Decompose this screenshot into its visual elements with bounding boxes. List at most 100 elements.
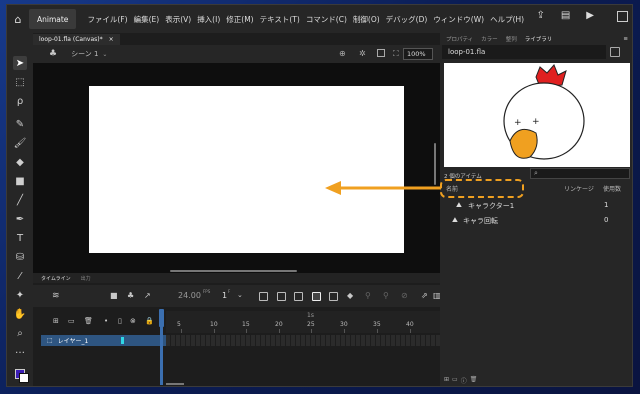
highlight-icon[interactable]: • [104, 317, 108, 325]
new-folder-icon[interactable]: ▭ [68, 317, 75, 325]
playhead[interactable] [159, 309, 164, 385]
menu-debug[interactable]: デバッグ(D) [383, 14, 431, 25]
menu-text[interactable]: テキスト(T) [257, 14, 303, 25]
hand-tool-icon[interactable]: ✋ [13, 307, 27, 321]
onion-skin-icon[interactable] [294, 292, 303, 301]
new-layer-icon[interactable]: ⊞ [53, 317, 59, 325]
insert-keyframe-icon[interactable] [329, 292, 338, 301]
timeline-tabs: タイムライン 出力 [33, 273, 440, 283]
menu-file[interactable]: ファイル(F) [84, 14, 130, 25]
fit-icon[interactable]: ⛶ [393, 49, 399, 59]
column-linkage[interactable]: リンケージ [564, 184, 594, 193]
lasso-tool-icon[interactable]: ρ [13, 94, 27, 108]
fps-value[interactable]: 24.00 [178, 291, 201, 300]
motion-tween-icon[interactable]: ⚲ [365, 291, 371, 300]
close-icon[interactable]: × [109, 36, 114, 43]
delete-icon[interactable]: 🗑 [470, 376, 478, 386]
pin-tool-icon[interactable]: ✦ [13, 288, 27, 302]
stage-canvas[interactable] [89, 86, 404, 253]
menu-commands[interactable]: コマンド(C) [303, 14, 350, 25]
menu-view[interactable]: 表示(V) [162, 14, 194, 25]
camera-icon[interactable]: ■ [110, 291, 118, 300]
document-tab[interactable]: loop-01.fla (Canvas)* × [33, 34, 120, 45]
classic-tween-icon[interactable]: ⚲ [383, 291, 389, 300]
outline-icon[interactable]: ▯ [118, 317, 122, 325]
new-symbol-icon[interactable]: ⊞ [444, 376, 449, 386]
hide-layer-icon[interactable]: ⊗ [130, 317, 136, 325]
lock-icon[interactable]: 🔒 [145, 317, 154, 325]
fill-color-swatch[interactable] [19, 373, 29, 383]
stage-vertical-scrollbar[interactable] [434, 143, 436, 185]
loop-icon[interactable] [277, 292, 286, 301]
home-icon[interactable]: ⌂ [7, 5, 29, 33]
paint-bucket-icon[interactable]: ⛁ [13, 250, 27, 264]
library-item-name: キャラクター1 [468, 202, 515, 210]
layer-frames[interactable] [166, 335, 440, 346]
scene-label[interactable]: シーン 1 [71, 49, 98, 59]
center-stage-icon[interactable]: ⊕ [339, 49, 346, 58]
library-item[interactable]: ⛰ キャラクター1 1 [444, 199, 630, 213]
frame-unit: F [228, 289, 231, 294]
menu-insert[interactable]: 挿入(I) [194, 14, 223, 25]
shape-tween-icon[interactable]: ⊘ [401, 291, 408, 300]
current-frame[interactable]: 1 [222, 291, 227, 300]
menu-modify[interactable]: 修正(M) [223, 14, 256, 25]
window-control-icon[interactable] [617, 11, 628, 22]
graph-icon[interactable]: ↗ [144, 291, 151, 300]
eyedropper-icon[interactable]: ⁄ [13, 269, 27, 283]
delete-layer-icon[interactable]: 🗑 [84, 317, 93, 325]
chevron-down-icon[interactable]: ⌄ [237, 291, 243, 299]
column-use-count[interactable]: 使用数 [603, 184, 621, 193]
eraser-tool-icon[interactable]: ◆ [13, 155, 27, 169]
pen-brush-tool-icon[interactable]: ✎ [13, 117, 27, 131]
menu-window[interactable]: ウィンドウ(W) [430, 14, 487, 25]
tab-output[interactable]: 出力 [81, 275, 91, 282]
pen-tool-icon[interactable]: ✒ [13, 212, 27, 226]
panel-menu-icon[interactable]: ≡ [623, 36, 628, 42]
center-frame-icon[interactable] [259, 292, 268, 301]
stage-horizontal-scrollbar[interactable] [170, 270, 297, 272]
tab-color[interactable]: カラー [481, 35, 498, 43]
library-search-input[interactable]: ⌕ [530, 168, 630, 179]
zoom-tool-icon[interactable]: ⌕ [13, 326, 27, 340]
brush-tool-icon[interactable]: 🖌 [13, 136, 27, 150]
layer-name[interactable]: レイヤー_1 [58, 336, 89, 345]
free-transform-tool-icon[interactable]: ⬚ [13, 75, 27, 89]
line-tool-icon[interactable]: ╱ [13, 193, 27, 207]
text-tool-icon[interactable]: T [13, 231, 27, 245]
library-item[interactable]: ⛰ キャラ回転 0 [444, 214, 630, 228]
selection-tool-icon[interactable]: ➤ [13, 56, 27, 70]
publish-icon[interactable]: ▤ [561, 10, 570, 21]
tab-library[interactable]: ライブラリ [525, 35, 553, 43]
pin-library-icon[interactable] [610, 47, 620, 57]
tab-align[interactable]: 整列 [506, 35, 517, 43]
rectangle-tool-icon[interactable]: ■ [13, 174, 27, 188]
tab-properties[interactable]: プロパティ [446, 35, 473, 43]
share-icon[interactable]: ⇪ [536, 10, 544, 21]
edit-symbols-icon[interactable]: ✲ [359, 49, 366, 58]
zoom-select[interactable]: 100% [403, 48, 433, 60]
scene-clubs-icon[interactable]: ♣ [49, 49, 57, 59]
app-title[interactable]: Animate [29, 9, 77, 29]
insert-tween-icon[interactable]: ◆ [347, 291, 353, 300]
tab-timeline[interactable]: タイムライン [41, 275, 71, 282]
timeline-scrollbar[interactable] [166, 383, 184, 385]
library-document-select[interactable]: loop-01.fla [442, 45, 606, 59]
export-icon[interactable]: ⇗ [421, 291, 428, 300]
menu-help[interactable]: ヘルプ(H) [487, 14, 527, 25]
menu-control[interactable]: 制御(O) [350, 14, 383, 25]
properties-icon[interactable]: ⓘ [461, 376, 467, 386]
layer-row[interactable]: ⬚ レイヤー_1 [41, 335, 166, 346]
frame-ruler[interactable]: 5 10 15 20 1s 25 30 35 40 [166, 311, 440, 333]
layer-parenting-icon[interactable]: ♣ [127, 291, 134, 300]
clip-canvas-icon[interactable] [377, 49, 385, 57]
new-folder-icon[interactable]: ▭ [452, 376, 458, 386]
edit-multiple-frames-icon[interactable] [312, 292, 321, 301]
more-tools-icon[interactable]: … [13, 343, 27, 357]
layers-icon[interactable]: ≋ [52, 291, 60, 301]
menu-edit[interactable]: 編集(E) [131, 14, 163, 25]
layer-type-icon: ⬚ [47, 337, 53, 344]
app-window: ⌂ Animate ファイル(F) 編集(E) 表示(V) 挿入(I) 修正(M… [6, 4, 633, 387]
play-icon[interactable]: ▶ [586, 10, 594, 21]
chevron-down-icon[interactable]: ⌄ [102, 51, 107, 58]
